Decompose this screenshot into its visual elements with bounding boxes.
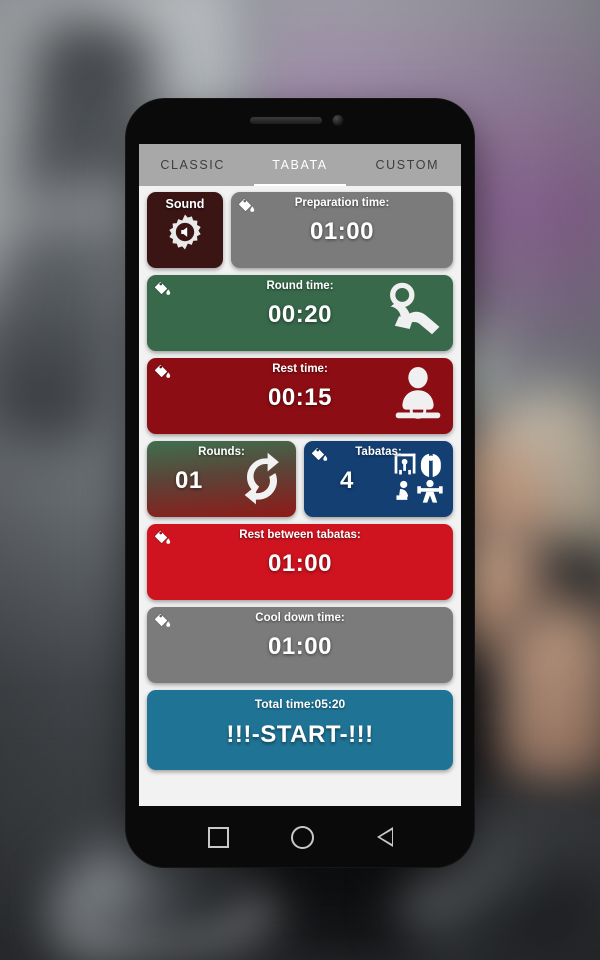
exercise-grid-icon	[394, 451, 443, 503]
cool-down-time-value[interactable]: 01:00	[147, 633, 453, 661]
tab-classic[interactable]: CLASSIC	[139, 144, 246, 186]
round-time-card[interactable]: Round time: 00:20	[147, 275, 453, 351]
paint-bucket-icon[interactable]	[309, 445, 329, 465]
row-rest-time: Rest time: 00:15	[147, 358, 453, 434]
paint-bucket-icon[interactable]	[236, 196, 256, 216]
sound-button[interactable]: Sound	[147, 192, 223, 268]
start-button-label: !!!-START-!!!	[226, 721, 374, 749]
paint-bucket-icon[interactable]	[152, 611, 172, 631]
circle-home-icon[interactable]	[291, 825, 314, 849]
sound-button-label: Sound	[165, 197, 205, 211]
start-button[interactable]: Total time:05:20 !!!-START-!!!	[147, 690, 453, 770]
paint-bucket-icon[interactable]	[152, 279, 172, 299]
triangle-back-icon[interactable]	[376, 827, 393, 847]
rounds-card[interactable]: Rounds: 01	[147, 441, 296, 517]
row-start: Total time:05:20 !!!-START-!!!	[147, 690, 453, 770]
tabatas-value[interactable]: 4	[304, 467, 453, 495]
tab-custom[interactable]: CUSTOM	[354, 144, 461, 186]
rest-between-tabatas-value[interactable]: 01:00	[147, 550, 453, 578]
tab-bar: CLASSIC TABATA CUSTOM	[139, 144, 461, 186]
rounds-value[interactable]: 01	[147, 467, 296, 495]
preparation-time-card[interactable]: Preparation time: 01:00	[231, 192, 453, 268]
preparation-time-value[interactable]: 01:00	[231, 218, 453, 246]
android-nav-bar	[125, 806, 475, 868]
preparation-time-title: Preparation time:	[294, 197, 390, 209]
paint-bucket-icon[interactable]	[152, 362, 172, 382]
cool-down-time-card[interactable]: Cool down time: 01:00	[147, 607, 453, 683]
phone-screen: CLASSIC TABATA CUSTOM Sound Preparation …	[139, 144, 461, 806]
loop-refresh-icon	[244, 452, 279, 505]
square-recents-icon[interactable]	[208, 826, 229, 848]
tab-tabata[interactable]: TABATA	[246, 144, 353, 186]
rest-between-tabatas-title: Rest between tabatas:	[239, 529, 361, 541]
rest-between-tabatas-card[interactable]: Rest between tabatas: 01:00	[147, 524, 453, 600]
round-time-title: Round time:	[266, 280, 334, 292]
tabatas-card[interactable]: Tabatas: 4	[304, 441, 453, 517]
rest-time-title: Rest time:	[272, 363, 328, 375]
seated-rest-figure-icon	[395, 366, 441, 419]
phone-frame: CLASSIC TABATA CUSTOM Sound Preparation …	[125, 98, 475, 868]
rest-time-value[interactable]: 00:15	[147, 384, 453, 412]
gear-speaker-icon	[169, 214, 201, 250]
rest-time-card[interactable]: Rest time: 00:15	[147, 358, 453, 434]
row-cool-down: Cool down time: 01:00	[147, 607, 453, 683]
total-time-label: Total time:05:20	[254, 697, 346, 711]
front-camera-icon	[332, 115, 344, 126]
row-sound-preparation: Sound Preparation time: 01:00	[147, 192, 453, 268]
situp-figure-icon	[390, 282, 440, 335]
paint-bucket-icon[interactable]	[152, 528, 172, 548]
rounds-title: Rounds:	[198, 446, 245, 458]
row-round-time: Round time: 00:20	[147, 275, 453, 351]
settings-list: Sound Preparation time: 01:00 Round time…	[139, 186, 461, 770]
round-time-value[interactable]: 00:20	[147, 301, 453, 329]
cool-down-time-title: Cool down time:	[255, 612, 345, 624]
earpiece-speaker-icon	[250, 117, 322, 124]
row-rest-between-tabatas: Rest between tabatas: 01:00	[147, 524, 453, 600]
row-rounds-tabatas: Rounds: 01 Tabatas: 4	[147, 441, 453, 517]
phone-top-bezel	[125, 98, 475, 144]
